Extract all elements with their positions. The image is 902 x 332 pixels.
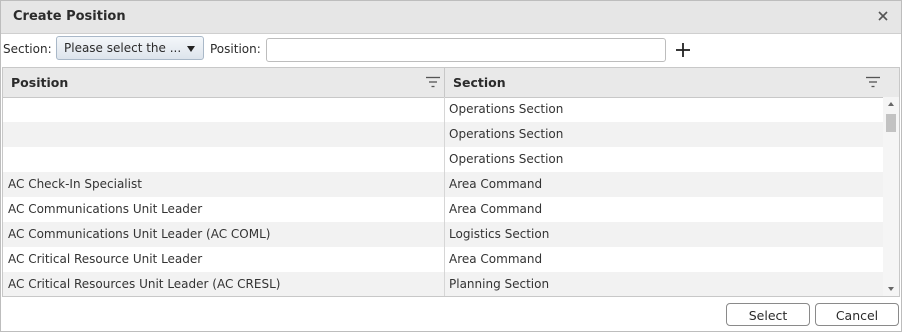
plus-icon[interactable] xyxy=(675,42,691,58)
filter-icon[interactable] xyxy=(866,76,880,88)
dialog-title: Create Position xyxy=(13,9,126,24)
table-row[interactable]: Operations Section xyxy=(3,147,883,172)
position-input[interactable] xyxy=(266,38,666,62)
cell-position: AC Check-In Specialist xyxy=(8,177,142,191)
grid-body: Operations Section Operations Section Op… xyxy=(3,97,883,296)
filter-icon[interactable] xyxy=(426,76,440,88)
section-select[interactable]: Please select the ... xyxy=(56,36,204,60)
position-label: Position: xyxy=(210,42,261,56)
column-divider xyxy=(444,97,445,296)
column-header-position-label: Position xyxy=(11,75,69,90)
vertical-scrollbar[interactable] xyxy=(883,97,899,296)
table-row[interactable]: Operations Section xyxy=(3,97,883,122)
scroll-up-icon[interactable] xyxy=(888,102,894,106)
scroll-down-icon[interactable] xyxy=(888,287,894,291)
cell-position: AC Critical Resource Unit Leader xyxy=(8,252,203,266)
cell-position: AC Communications Unit Leader xyxy=(8,202,203,216)
cell-section: Operations Section xyxy=(449,152,564,166)
table-row[interactable]: AC Critical Resources Unit Leader (AC CR… xyxy=(3,272,883,296)
table-row[interactable]: AC Communications Unit Leader Area Comma… xyxy=(3,197,883,222)
title-bar: Create Position xyxy=(1,1,901,34)
cell-position: AC Communications Unit Leader (AC COML) xyxy=(8,227,271,241)
cell-section: Planning Section xyxy=(449,277,550,291)
cancel-button[interactable]: Cancel xyxy=(815,303,899,326)
close-icon[interactable] xyxy=(875,8,891,24)
table-row[interactable]: Operations Section xyxy=(3,122,883,147)
section-select-value: Please select the ... xyxy=(64,41,182,55)
table-row[interactable]: AC Communications Unit Leader (AC COML) … xyxy=(3,222,883,247)
toolbar: Section: Please select the ... Position: xyxy=(1,34,901,66)
create-position-dialog: Create Position Section: Please select t… xyxy=(0,0,902,332)
column-header-section-label: Section xyxy=(453,75,506,90)
scrollbar-thumb[interactable] xyxy=(886,114,896,132)
cell-section: Area Command xyxy=(449,177,543,191)
chevron-down-icon xyxy=(187,46,195,52)
column-header-position[interactable]: Position xyxy=(3,68,444,97)
cell-section: Logistics Section xyxy=(449,227,550,241)
table-row[interactable]: AC Critical Resource Unit Leader Area Co… xyxy=(3,247,883,272)
grid-header: Position Section xyxy=(3,68,899,98)
positions-grid: Position Section Operations Section Oper… xyxy=(2,67,900,297)
select-button[interactable]: Select xyxy=(726,303,810,326)
cell-section: Operations Section xyxy=(449,102,564,116)
cell-section: Operations Section xyxy=(449,127,564,141)
cell-position: AC Critical Resources Unit Leader (AC CR… xyxy=(8,277,281,291)
column-header-section[interactable]: Section xyxy=(445,68,899,97)
table-row[interactable]: AC Check-In Specialist Area Command xyxy=(3,172,883,197)
cell-section: Area Command xyxy=(449,252,543,266)
section-label: Section: xyxy=(3,42,52,56)
cell-section: Area Command xyxy=(449,202,543,216)
